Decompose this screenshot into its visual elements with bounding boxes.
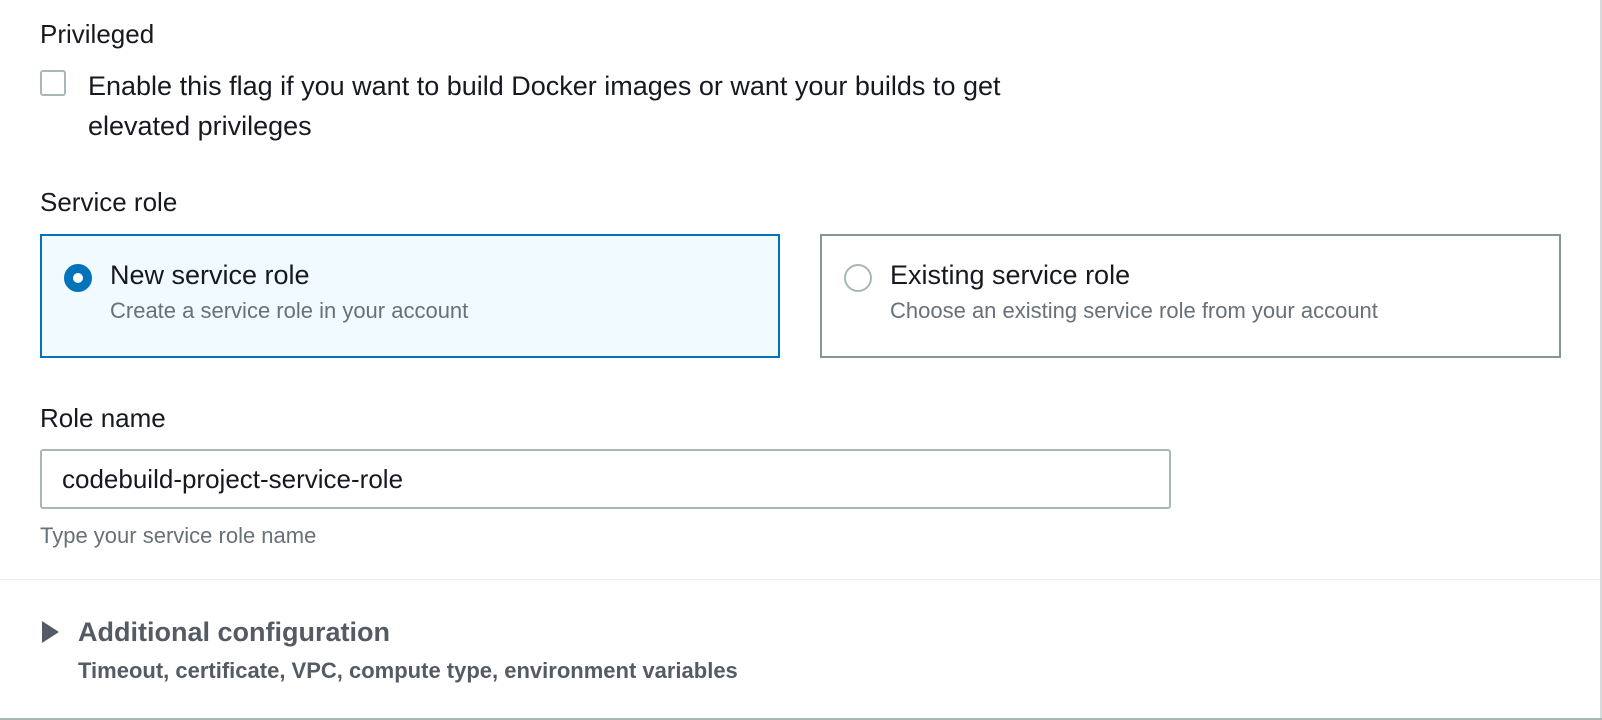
section-divider: [0, 579, 1600, 580]
additional-configuration-description: Timeout, certificate, VPC, compute type,…: [78, 658, 738, 683]
new-service-role-radio[interactable]: [64, 264, 92, 292]
role-name-label: Role name: [40, 403, 166, 433]
additional-configuration-title: Additional configuration: [78, 617, 390, 647]
existing-service-role-description: Choose an existing service role from you…: [890, 298, 1378, 323]
privileged-label: Privileged: [40, 19, 155, 49]
privileged-checkbox[interactable]: [40, 70, 66, 96]
new-service-role-description: Create a service role in your account: [110, 298, 469, 323]
service-role-label: Service role: [40, 187, 178, 217]
new-service-role-tile[interactable]: New service role Create a service role i…: [40, 234, 780, 358]
existing-service-role-radio[interactable]: [844, 264, 872, 292]
privileged-checkbox-label[interactable]: Enable this flag if you want to build Do…: [88, 66, 1088, 146]
role-name-input[interactable]: [40, 449, 1171, 509]
environment-settings-panel: Privileged Enable this flag if you want …: [0, 0, 1602, 720]
existing-service-role-title: Existing service role: [890, 260, 1131, 290]
new-service-role-title: New service role: [110, 260, 310, 290]
role-name-hint: Type your service role name: [40, 523, 317, 548]
caret-right-icon: [42, 621, 59, 643]
additional-configuration-toggle[interactable]: Additional configuration: [40, 612, 460, 652]
existing-service-role-tile[interactable]: Existing service role Choose an existing…: [820, 234, 1561, 358]
